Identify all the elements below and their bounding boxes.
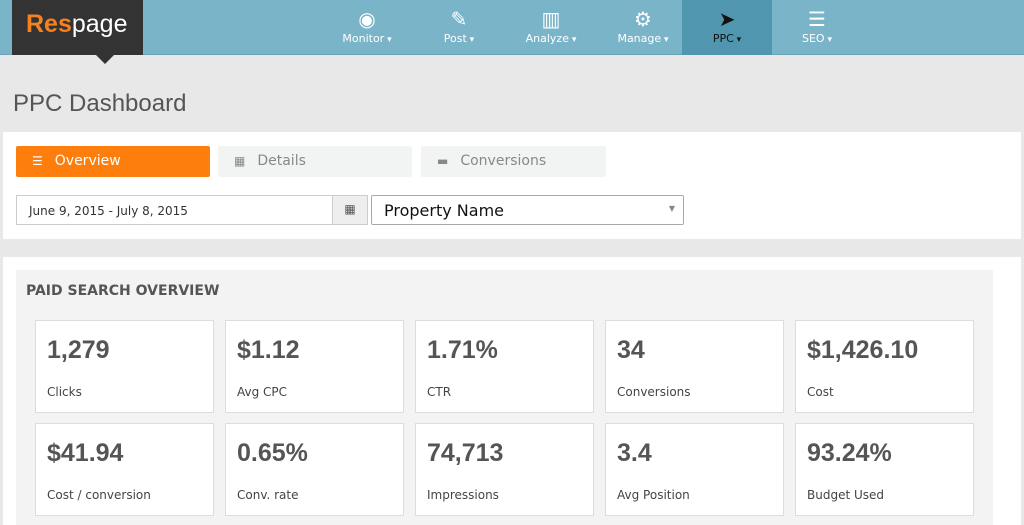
- nav-label: SEO: [802, 32, 832, 45]
- stat-card: $1.12 Avg CPC: [225, 320, 404, 413]
- stat-card: 93.24% Budget Used: [795, 423, 974, 516]
- stat-card: $41.94 Cost / conversion: [35, 423, 214, 516]
- nav-label: Post: [444, 32, 474, 45]
- stat-value: 1.71%: [427, 336, 498, 364]
- stat-card: 34 Conversions: [605, 320, 784, 413]
- tab-overview[interactable]: ☰ Overview: [16, 146, 210, 177]
- nav-label: Manage: [617, 32, 668, 45]
- list-icon: ☰: [32, 154, 43, 168]
- stat-card: 74,713 Impressions: [415, 423, 594, 516]
- gears-icon: ⚙: [634, 7, 652, 31]
- stat-card: 1,279 Clicks: [35, 320, 214, 413]
- nav-label: Monitor: [342, 32, 391, 45]
- top-nav: Respage ◉Monitor✎Post▥Analyze⚙Manage➤PPC…: [0, 0, 1024, 64]
- stat-value: 1,279: [47, 336, 110, 364]
- property-select-value: Property Name: [384, 201, 504, 220]
- property-select[interactable]: Property Name ▼: [371, 195, 684, 225]
- stat-value: 0.65%: [237, 439, 308, 467]
- stat-label: Avg Position: [617, 488, 690, 502]
- nav-item-ppc[interactable]: ➤ PPC: [682, 0, 772, 55]
- eye-icon: ◉: [358, 7, 376, 31]
- nav-label: Analyze: [526, 32, 577, 45]
- logo-text-page: page: [71, 10, 128, 38]
- calendar-button[interactable]: ▦: [332, 195, 368, 225]
- stat-label: Cost / conversion: [47, 488, 151, 502]
- stat-card: $1,426.10 Cost: [795, 320, 974, 413]
- tab-conversions[interactable]: ▬ Conversions: [421, 146, 606, 177]
- stat-label: Budget Used: [807, 488, 885, 502]
- tab-details[interactable]: ▦ Details: [218, 146, 412, 177]
- stat-label: Clicks: [47, 385, 82, 399]
- stat-label: Avg CPC: [237, 385, 288, 399]
- location-arrow-icon: ➤: [718, 7, 736, 31]
- logo-text-res: Res: [26, 10, 72, 38]
- nav-item-seo[interactable]: ☰ SEO: [772, 0, 862, 55]
- card-title: PAID SEARCH OVERVIEW: [26, 283, 220, 299]
- nav-item-post[interactable]: ✎ Post: [414, 0, 504, 55]
- tab-label: Overview: [54, 153, 121, 169]
- stat-value: 74,713: [427, 439, 504, 467]
- stat-card: 1.71% CTR: [415, 320, 594, 413]
- stat-value: $1.12: [237, 336, 300, 364]
- page-title: PPC Dashboard: [13, 90, 187, 117]
- chevron-down-icon: ▼: [668, 204, 675, 213]
- pencil-icon: ✎: [450, 7, 468, 31]
- stat-value: $41.94: [47, 439, 124, 467]
- stat-label: Conversions: [617, 385, 691, 399]
- nav-item-analyze[interactable]: ▥ Analyze: [506, 0, 596, 55]
- briefcase-icon: ▬: [437, 154, 449, 168]
- nav-item-manage[interactable]: ⚙ Manage: [598, 0, 688, 55]
- stat-label: Impressions: [427, 488, 499, 502]
- stat-card: 0.65% Conv. rate: [225, 423, 404, 516]
- table-icon: ▦: [234, 154, 246, 168]
- stat-value: 3.4: [617, 439, 652, 467]
- stat-label: CTR: [427, 385, 452, 399]
- stat-value: 34: [617, 336, 645, 364]
- ordered-list-icon: ☰: [808, 7, 826, 31]
- date-range-input[interactable]: June 9, 2015 - July 8, 2015: [16, 195, 333, 225]
- calendar-icon: ▦: [344, 202, 356, 216]
- nav-item-monitor[interactable]: ◉ Monitor: [322, 0, 412, 55]
- tab-label: Details: [257, 153, 306, 169]
- nav-label: PPC: [713, 32, 741, 45]
- respage-logo[interactable]: Respage: [12, 0, 143, 64]
- tab-label: Conversions: [460, 153, 547, 169]
- stat-label: Cost: [807, 385, 834, 399]
- stat-value: 93.24%: [807, 439, 892, 467]
- stat-card: 3.4 Avg Position: [605, 423, 784, 516]
- stat-label: Conv. rate: [237, 488, 299, 502]
- bar-chart-icon: ▥: [541, 7, 561, 31]
- stat-value: $1,426.10: [807, 336, 919, 364]
